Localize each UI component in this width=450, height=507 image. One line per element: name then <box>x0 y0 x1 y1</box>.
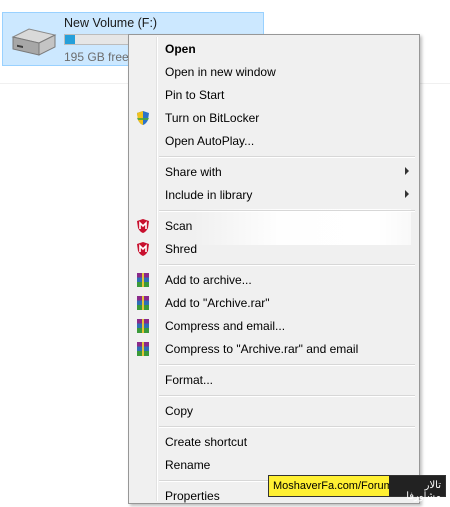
drive-name: New Volume (F:) <box>64 16 158 30</box>
chevron-right-icon <box>405 189 409 198</box>
drive-free-space: 195 GB free <box>64 50 129 64</box>
menu-item[interactable]: Open <box>131 38 417 60</box>
menu-item-label: Include in library <box>165 187 253 202</box>
menu-separator <box>159 155 415 158</box>
menu-item-label: Copy <box>165 404 194 419</box>
menu-item[interactable]: Format... <box>131 369 417 391</box>
menu-item-label: Format... <box>165 372 214 387</box>
menu-item[interactable]: Share with <box>131 161 417 183</box>
menu-item[interactable]: Add to "Archive.rar" <box>131 292 417 314</box>
watermark: MoshaverFa.com/Forum تالار مشاورفا <box>268 475 446 502</box>
menu-item-label: Shred <box>165 241 198 256</box>
menu-item[interactable]: Rename <box>131 454 417 476</box>
menu-item-label: Open <box>165 42 196 56</box>
menu-item[interactable]: Copy <box>131 400 417 422</box>
menu-item-label: Add to archive... <box>165 273 252 287</box>
context-menu: Open Open in new window Pin to Start Turn o… <box>128 34 420 504</box>
winrar-icon <box>135 295 151 311</box>
menu-item[interactable]: Turn on BitLocker <box>131 107 417 129</box>
menu-separator <box>159 363 415 366</box>
winrar-icon <box>135 341 151 357</box>
winrar-icon <box>135 318 151 334</box>
menu-item-label: Share with <box>165 164 222 179</box>
menu-item[interactable]: Include in library <box>131 184 417 206</box>
menu-item[interactable]: Compress to "Archive.rar" and email <box>131 338 417 360</box>
menu-item[interactable]: Open AutoPlay... <box>131 130 417 152</box>
menu-item[interactable]: Open in new window <box>131 61 417 83</box>
menu-item[interactable]: Compress and email... <box>131 315 417 337</box>
mcafee-icon <box>135 218 151 234</box>
shield-icon <box>135 110 151 126</box>
menu-item-label: Add to "Archive.rar" <box>165 295 270 310</box>
menu-item-label: Rename <box>165 458 211 473</box>
menu-item[interactable]: Pin to Start <box>131 84 417 106</box>
drive-usage-fill <box>65 35 75 44</box>
menu-separator <box>159 263 415 266</box>
watermark-site: MoshaverFa.com/Forum <box>269 476 393 496</box>
menu-separator <box>159 426 415 429</box>
menu-item-label: Scan <box>165 218 193 233</box>
menu-item[interactable]: Add to archive... <box>131 269 417 291</box>
mcafee-icon <box>135 241 151 257</box>
winrar-icon <box>135 272 151 288</box>
menu-item[interactable]: Shred <box>131 238 417 260</box>
chevron-right-icon <box>405 166 409 175</box>
menu-item-label: Pin to Start <box>165 87 225 102</box>
watermark-forum: تالار مشاورفا <box>389 476 445 502</box>
menu-item-label: Create shortcut <box>165 435 248 450</box>
menu-item-label: Open in new window <box>165 64 276 79</box>
menu-item-label: Compress and email... <box>165 318 286 333</box>
menu-item-label: Compress to "Archive.rar" and email <box>165 341 359 356</box>
hard-drive-icon <box>11 28 57 56</box>
menu-item-label: Turn on BitLocker <box>165 110 260 125</box>
menu-separator <box>159 394 415 397</box>
menu-item[interactable]: Create shortcut <box>131 431 417 453</box>
menu-separator <box>159 209 415 212</box>
menu-item[interactable]: Scan <box>131 215 417 237</box>
menu-item-label: Properties <box>165 489 220 504</box>
menu-item-label: Open AutoPlay... <box>165 133 255 148</box>
